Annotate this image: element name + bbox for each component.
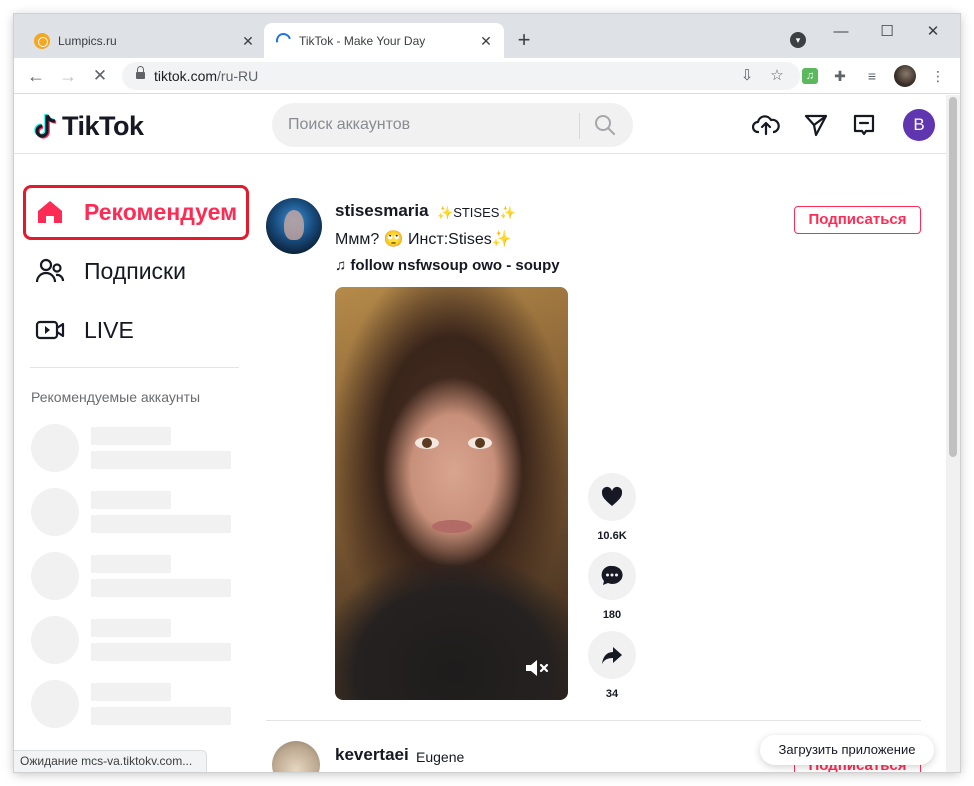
post-author-avatar[interactable] [266, 198, 322, 254]
new-tab-button[interactable]: + [510, 27, 538, 55]
messages-send-icon[interactable] [802, 111, 830, 139]
loading-spinner-icon [273, 30, 294, 51]
get-app-button[interactable]: Загрузить приложение [760, 735, 934, 765]
share-button[interactable] [588, 631, 636, 679]
tab-tiktok[interactable]: TikTok - Make Your Day ✕ [264, 23, 504, 58]
share-arrow-icon [602, 647, 622, 664]
follow-button[interactable]: Подписаться [794, 206, 921, 234]
stop-loading-icon[interactable]: ✕ [86, 62, 114, 90]
skeleton-line [91, 491, 171, 509]
account-search-input[interactable]: Поиск аккаунтов [272, 103, 633, 147]
tiktok-note-icon [34, 113, 57, 139]
lumpics-favicon-icon [34, 32, 50, 49]
nickname-text: STISES [453, 205, 500, 220]
url-host: tiktok.com [154, 68, 218, 84]
bookmark-star-icon[interactable]: ☆ [766, 65, 788, 87]
lock-icon [136, 66, 145, 81]
media-queue-icon[interactable]: ≡ [862, 66, 882, 86]
tab-title: TikTok - Make Your Day [299, 33, 426, 48]
like-button[interactable] [588, 473, 636, 521]
video-frame-detail [415, 437, 439, 449]
skeleton-line [91, 451, 231, 469]
live-icon [35, 320, 65, 340]
forward-arrow-icon[interactable]: → [54, 62, 82, 90]
comment-count: 180 [602, 609, 622, 621]
page-scrollbar[interactable] [946, 95, 960, 772]
inbox-icon[interactable] [850, 111, 878, 139]
mute-icon[interactable] [524, 657, 550, 679]
skeleton-line [91, 579, 231, 597]
video-frame-detail [468, 437, 492, 449]
like-count: 10.6K [597, 530, 627, 542]
comment-icon [601, 565, 623, 585]
browser-toolbar: ← → ✕ tiktok.com/ru-RU ⇩ ☆ ♫ ✚ ≡ ⋮ [14, 58, 960, 94]
sidebar-item-following[interactable]: Подписки [22, 243, 252, 299]
tab-close-icon[interactable]: ✕ [478, 33, 494, 49]
search-icon[interactable] [594, 114, 616, 136]
feed-divider [266, 720, 921, 721]
comment-button[interactable] [588, 552, 636, 600]
video-player[interactable] [335, 287, 568, 700]
sidebar-item-label: LIVE [84, 316, 134, 343]
search-divider [579, 113, 580, 139]
status-bar: Ожидание mcs-va.tiktokv.com... [14, 750, 208, 772]
maximize-button[interactable]: ☐ [864, 18, 910, 48]
music-note-icon: ♫ [335, 257, 347, 274]
tab-title: Lumpics.ru [58, 33, 117, 48]
address-bar[interactable]: tiktok.com/ru-RU ⇩ ☆ [122, 62, 800, 90]
tiktok-logo[interactable]: TikTok [34, 111, 144, 142]
skeleton-line [91, 555, 171, 573]
browser-menu-icon[interactable]: ⋮ [928, 66, 948, 86]
post-nickname: ✨STISES✨ [437, 205, 516, 220]
skeleton-avatar [31, 488, 79, 536]
post-nickname: Eugene [416, 749, 465, 765]
skeleton-avatar [31, 616, 79, 664]
post-caption: Ммм? 🙄 Инст:Stises✨ [335, 231, 512, 248]
music-extension-icon[interactable]: ♫ [802, 68, 818, 84]
tab-close-icon[interactable]: ✕ [240, 33, 256, 49]
people-icon [35, 258, 65, 283]
post-username[interactable]: kevertaei [335, 745, 409, 765]
url-text[interactable]: tiktok.com/ru-RU [154, 68, 258, 84]
annotation-highlight-box [23, 185, 249, 240]
heart-icon [601, 486, 623, 506]
close-window-button[interactable]: ✕ [910, 18, 956, 48]
tab-lumpics[interactable]: Lumpics.ru ✕ [22, 23, 266, 58]
skeleton-avatar [31, 424, 79, 472]
minimize-button[interactable]: — [818, 18, 864, 48]
sidebar-divider [30, 367, 239, 368]
sidebar-item-label: Подписки [84, 257, 186, 284]
search-placeholder: Поиск аккаунтов [288, 116, 411, 133]
post-author-avatar[interactable] [272, 741, 320, 772]
extensions-puzzle-icon[interactable]: ✚ [830, 66, 850, 86]
post-username[interactable]: stisesmaria [335, 201, 429, 221]
browser-window: Lumpics.ru ✕ TikTok - Make Your Day ✕ + … [14, 14, 960, 772]
sidebar-item-live[interactable]: LIVE [22, 302, 252, 358]
suggested-accounts-title: Рекомендуемые аккаунты [31, 389, 201, 405]
title-bar: Lumpics.ru ✕ TikTok - Make Your Day ✕ + … [14, 14, 960, 58]
profile-avatar-icon[interactable] [894, 65, 916, 87]
music-title: follow nsfwsoup owo - soupy [350, 257, 560, 274]
tiktok-header: TikTok Поиск аккаунтов B [14, 95, 960, 154]
tab-search-icon[interactable]: ▾ [790, 32, 806, 48]
skeleton-avatar [31, 680, 79, 728]
upload-cloud-icon[interactable] [752, 111, 780, 139]
back-arrow-icon[interactable]: ← [22, 62, 50, 90]
skeleton-avatar [31, 552, 79, 600]
skeleton-line [91, 427, 171, 445]
scrollbar-thumb[interactable] [949, 97, 957, 457]
skeleton-line [91, 515, 231, 533]
tiktok-wordmark: TikTok [62, 111, 144, 141]
url-path: /ru-RU [217, 68, 259, 84]
install-app-icon[interactable]: ⇩ [736, 65, 758, 87]
video-frame-detail [432, 520, 472, 533]
user-avatar[interactable]: B [903, 109, 935, 141]
skeleton-line [91, 707, 231, 725]
skeleton-line [91, 683, 171, 701]
share-count: 34 [605, 688, 619, 700]
skeleton-line [91, 643, 231, 661]
post-music[interactable]: ♫ follow nsfwsoup owo - soupy [335, 257, 560, 274]
skeleton-line [91, 619, 171, 637]
